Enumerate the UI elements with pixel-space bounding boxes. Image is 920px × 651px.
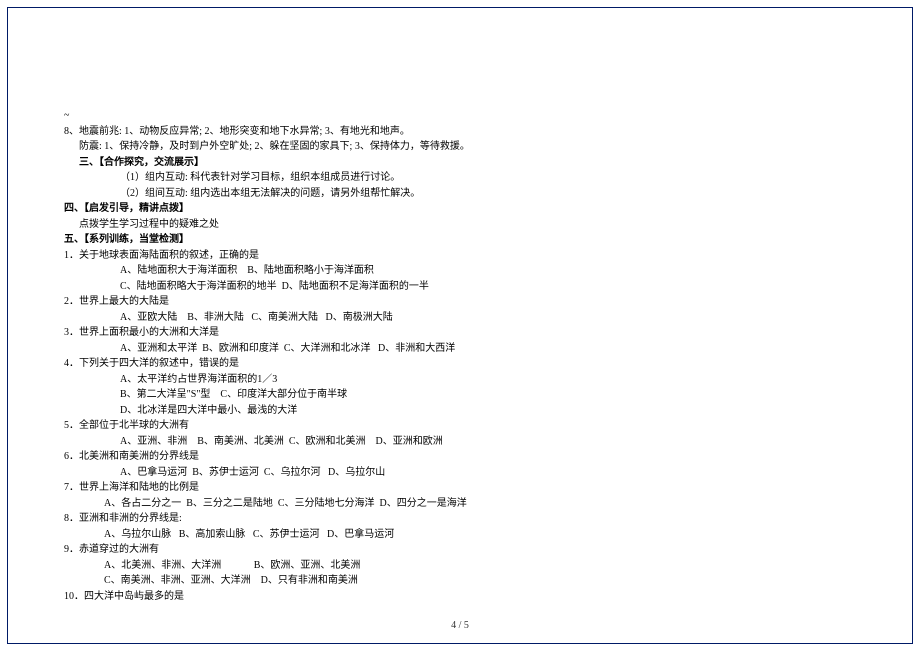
question-10: 10．四大洋中岛屿最多的是 [64,589,760,605]
question-9-opts-b: C、南美洲、非洲、亚洲、大洋洲 D、只有非洲和南美洲 [64,573,760,589]
item-8-line2: 防震: 1、保持冷静，及时到户外空旷处; 2、躲在坚固的家具下; 3、保持体力，… [64,139,760,155]
section-3-item2: （2）组间互动: 组内选出本组无法解决的问题，请另外组帮忙解决。 [64,186,760,202]
question-7-opts: A、各占二分之一 B、三分之二是陆地 C、三分陆地七分海洋 D、四分之一是海洋 [64,496,760,512]
question-1-opts-a: A、陆地面积大于海洋面积 B、陆地面积略小于海洋面积 [64,263,760,279]
question-1: 1．关于地球表面海陆面积的叙述，正确的是 [64,248,760,264]
question-8-opts: A、乌拉尔山脉 B、高加索山脉 C、苏伊士运河 D、巴拿马运河 [64,527,760,543]
section-5-heading: 五、【系列训练，当堂检测】 [64,232,760,248]
question-5-opts: A、亚洲、非洲 B、南美洲、北美洲 C、欧洲和北美洲 D、亚洲和欧洲 [64,434,760,450]
question-4: 4．下列关于四大洋的叙述中，错误的是 [64,356,760,372]
question-6: 6．北美洲和南美洲的分界线是 [64,449,760,465]
question-2-opts: A、亚欧大陆 B、非洲大陆 C、南美洲大陆 D、南极洲大陆 [64,310,760,326]
tilde-mark: ~ [64,108,760,124]
question-8: 8．亚洲和非洲的分界线是: [64,511,760,527]
document-content: ~ 8、地震前兆: 1、动物反应异常; 2、地形突变和地下水异常; 3、有地光和… [64,108,760,604]
question-6-opts: A、巴拿马运河 B、苏伊士运河 C、乌拉尔河 D、乌拉尔山 [64,465,760,481]
section-4-heading: 四、【启发引导，精讲点拨】 [64,201,760,217]
question-3: 3．世界上面积最小的大洲和大洋是 [64,325,760,341]
section-4-item1: 点拨学生学习过程中的疑难之处 [64,217,760,233]
question-4-opts-b: B、第二大洋呈"S"型 C、印度洋大部分位于南半球 [64,387,760,403]
question-2: 2．世界上最大的大陆是 [64,294,760,310]
question-9-opts-a: A、北美洲、非洲、大洋洲 B、欧洲、亚洲、北美洲 [64,558,760,574]
question-5: 5．全部位于北半球的大洲有 [64,418,760,434]
question-1-opts-b: C、陆地面积略大于海洋面积的地半 D、陆地面积不足海洋面积的一半 [64,279,760,295]
question-4-opts-a: A、太平洋约占世界海洋面积的1／3 [64,372,760,388]
section-3-item1: （1）组内互动: 科代表针对学习目标，组织本组成员进行讨论。 [64,170,760,186]
question-3-opts: A、亚洲和太平洋 B、欧洲和印度洋 C、大洋洲和北冰洋 D、非洲和大西洋 [64,341,760,357]
section-3-heading: 三、【合作探究，交流展示】 [64,155,760,171]
question-9: 9．赤道穿过的大洲有 [64,542,760,558]
page-footer: 4 / 5 [0,620,920,631]
question-4-opts-c: D、北冰洋是四大洋中最小、最浅的大洋 [64,403,760,419]
item-8-line1: 8、地震前兆: 1、动物反应异常; 2、地形突变和地下水异常; 3、有地光和地声… [64,124,760,140]
question-7: 7．世界上海洋和陆地的比例是 [64,480,760,496]
